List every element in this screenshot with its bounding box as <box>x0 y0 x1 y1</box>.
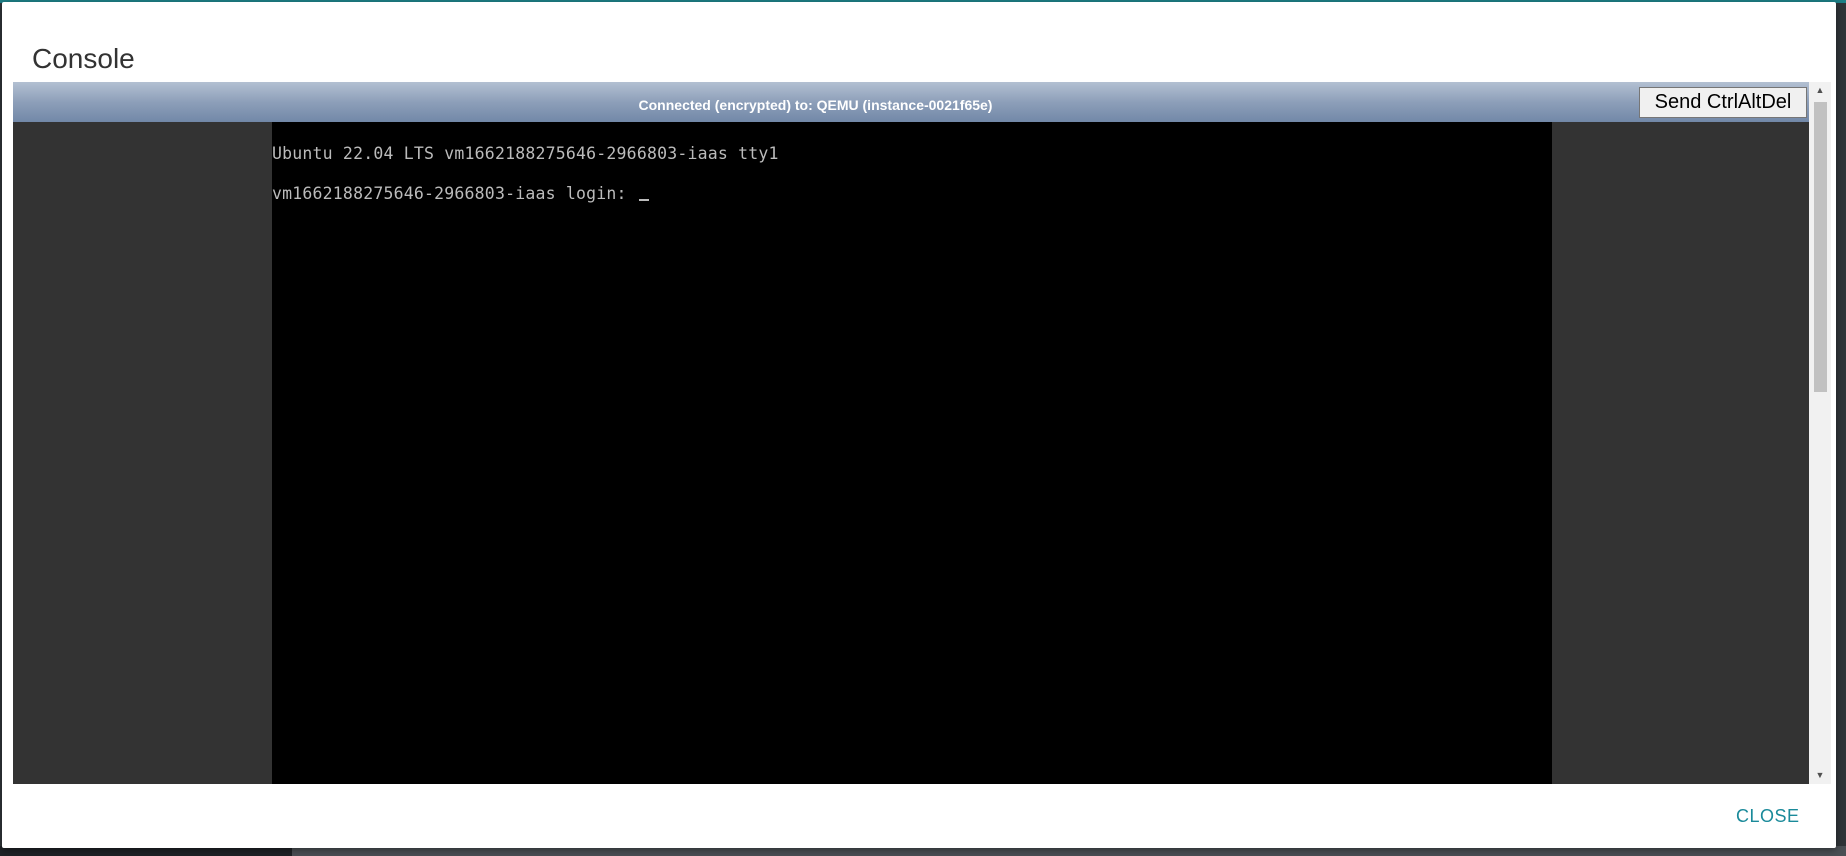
vnc-status-bar: Connected (encrypted) to: QEMU (instance… <box>13 82 1809 122</box>
login-prompt-text: vm1662188275646-2966803-iaas login: <box>272 184 637 203</box>
console-frame: Connected (encrypted) to: QEMU (instance… <box>13 82 1831 784</box>
terminal-login-prompt: vm1662188275646-2966803-iaas login: <box>272 184 649 203</box>
close-button[interactable]: CLOSE <box>1736 806 1800 827</box>
dialog-title: Console <box>32 42 135 74</box>
vnc-screen[interactable]: Ubuntu 22.04 LTS vm1662188275646-2966803… <box>272 122 1552 784</box>
console-dialog: Console Connected (encrypted) to: QEMU (… <box>2 2 1836 848</box>
send-ctrl-alt-del-button[interactable]: Send CtrlAltDel <box>1639 87 1807 118</box>
terminal-cursor <box>638 199 649 201</box>
terminal-line: Ubuntu 22.04 LTS vm1662188275646-2966803… <box>272 144 779 163</box>
scrollbar-thumb[interactable] <box>1814 102 1827 392</box>
scroll-up-icon[interactable]: ▲ <box>1809 82 1831 99</box>
scroll-down-icon[interactable]: ▼ <box>1809 767 1831 784</box>
console-scrollbar[interactable]: ▲ ▼ <box>1809 82 1831 784</box>
connection-status-text: Connected (encrypted) to: QEMU (instance… <box>638 97 993 113</box>
